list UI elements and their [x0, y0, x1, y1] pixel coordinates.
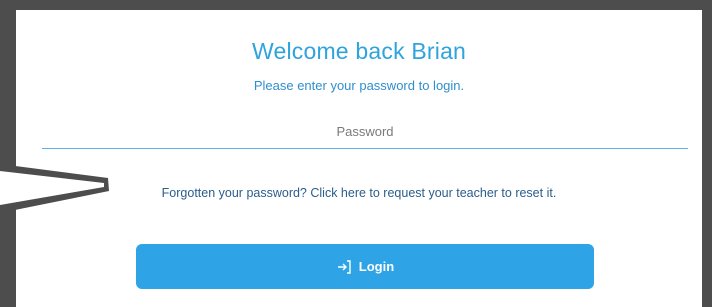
- login-label: Login: [358, 259, 395, 274]
- login-panel: Welcome back Brian Please enter your pas…: [16, 10, 702, 307]
- welcome-title: Welcome back Brian: [251, 38, 467, 64]
- forgot-password-link[interactable]: Forgotten your password? Click here to r…: [16, 186, 702, 200]
- login-arrow-icon: [336, 259, 352, 275]
- password-field[interactable]: [42, 114, 688, 149]
- screenshot-stage: Welcome back Brian Please enter your pas…: [0, 0, 712, 307]
- login-button[interactable]: Login: [136, 244, 594, 289]
- login-instructions: Please enter your password to login.: [253, 78, 465, 93]
